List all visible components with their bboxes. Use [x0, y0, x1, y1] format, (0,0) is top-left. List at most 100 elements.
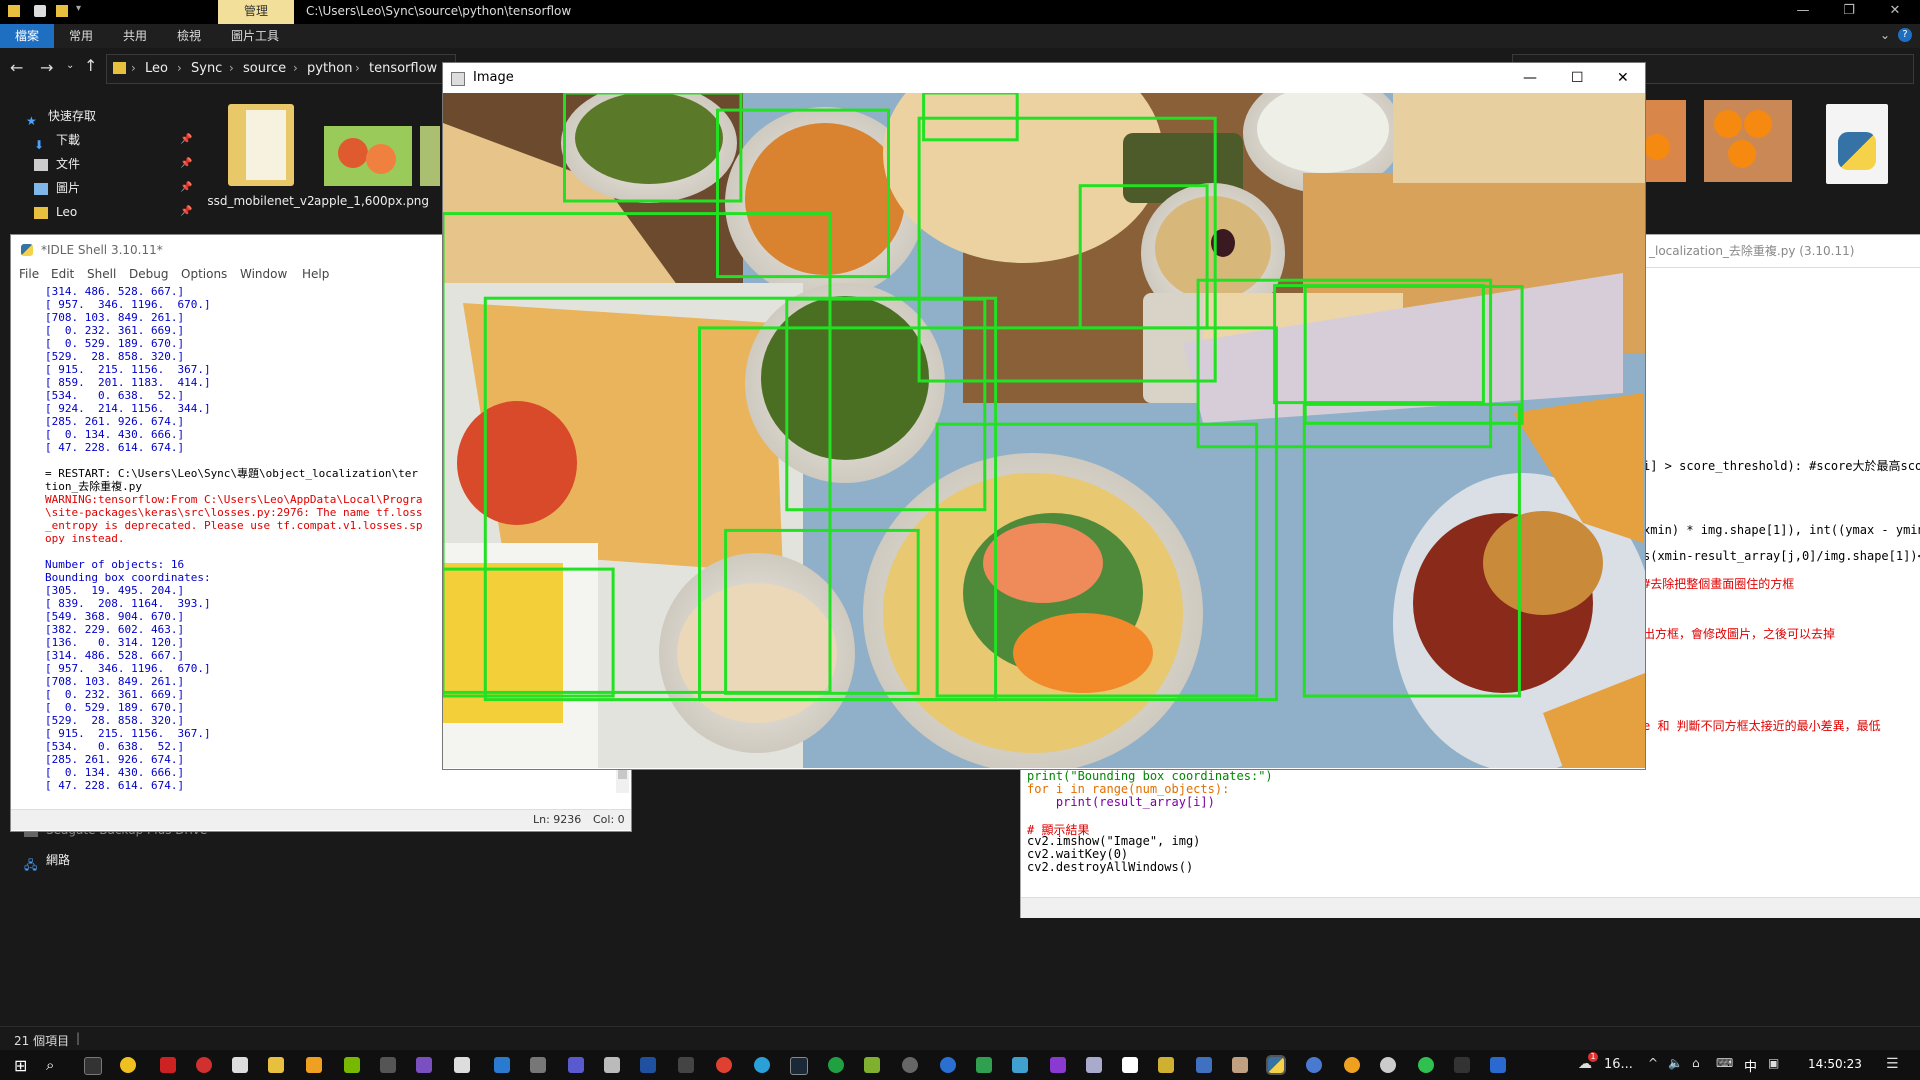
back-arrow-icon[interactable]: ← [10, 58, 23, 77]
app-icon[interactable] [120, 1057, 136, 1073]
keyboard-icon[interactable]: ⌨ [1716, 1056, 1733, 1070]
app-icon[interactable] [1086, 1057, 1102, 1073]
python-idle-icon[interactable] [1266, 1055, 1286, 1075]
quick-access-dropdown-icon[interactable]: ▾ [76, 3, 81, 14]
breadcrumb-tensorflow[interactable]: tensorflow [369, 61, 437, 76]
app-icon[interactable] [1344, 1057, 1360, 1073]
menu-file[interactable]: File [19, 267, 39, 281]
menu-debug[interactable]: Debug [129, 267, 168, 281]
minimize-icon[interactable]: — [1780, 0, 1826, 24]
app-icon[interactable] [902, 1057, 918, 1073]
breadcrumb-sync[interactable]: Sync [191, 61, 222, 76]
new-folder-icon[interactable] [56, 5, 68, 17]
app-icon[interactable] [1196, 1057, 1212, 1073]
breadcrumb-leo[interactable]: Leo [145, 61, 168, 76]
teams-icon[interactable] [568, 1057, 584, 1073]
tab-file[interactable]: 檔案 [0, 24, 54, 48]
image-window[interactable]: Image — ☐ ✕ [442, 62, 1646, 770]
app-icon[interactable] [160, 1057, 176, 1073]
tab-view[interactable]: 檢視 [166, 24, 212, 48]
notification-center-icon[interactable]: ☰ [1886, 1056, 1899, 1072]
code-comment: 出方框，會修改圖片，之後可以去掉 [1643, 627, 1836, 641]
close-icon[interactable]: ✕ [1617, 63, 1629, 93]
app-icon[interactable]: ▣ [1768, 1056, 1779, 1070]
app-icon[interactable] [940, 1057, 956, 1073]
restore-icon[interactable]: ❐ [1826, 0, 1872, 24]
chevron-up-icon[interactable]: ^ [1648, 1056, 1658, 1070]
menu-options[interactable]: Options [181, 267, 227, 281]
image-thumbnail-icon[interactable] [1640, 100, 1686, 182]
app-icon[interactable] [1306, 1057, 1322, 1073]
app-icon[interactable] [196, 1057, 212, 1073]
tab-home[interactable]: 常用 [58, 24, 104, 48]
app-icon[interactable] [454, 1057, 470, 1073]
breadcrumb-source[interactable]: source [243, 61, 286, 76]
app-icon[interactable] [1050, 1057, 1066, 1073]
menu-shell[interactable]: Shell [87, 267, 116, 281]
nav-network[interactable]: 🖧 網路 [24, 850, 70, 872]
maximize-icon[interactable]: ☐ [1571, 63, 1584, 93]
ribbon-expand-icon[interactable]: ⌄ [1880, 28, 1890, 42]
context-tab-manage[interactable]: 管理 [218, 0, 294, 24]
steam-icon[interactable] [790, 1057, 808, 1075]
edge-icon[interactable] [754, 1057, 770, 1073]
tab-picture-tools[interactable]: 圖片工具 [220, 24, 290, 48]
ime-indicator[interactable]: 中 [1744, 1056, 1757, 1075]
app-icon[interactable] [864, 1057, 880, 1073]
app-icon[interactable] [828, 1057, 844, 1073]
app-icon[interactable] [1232, 1057, 1248, 1073]
nav-documents[interactable]: 文件 [34, 154, 80, 174]
nav-quick-access[interactable]: ★ 快速存取 [26, 106, 96, 128]
task-view-icon[interactable] [84, 1057, 102, 1075]
close-icon[interactable]: ✕ [1872, 0, 1918, 24]
file-explorer-icon[interactable] [268, 1057, 284, 1073]
folder-icon[interactable] [228, 104, 294, 186]
nav-downloads[interactable]: ⬇ 下載 [34, 130, 80, 152]
file-apple-png[interactable]: apple_1,600px.png [314, 194, 429, 209]
app-icon[interactable] [306, 1057, 322, 1073]
app-icon[interactable] [530, 1057, 546, 1073]
app-icon[interactable] [604, 1057, 620, 1073]
menu-edit[interactable]: Edit [51, 267, 74, 281]
menu-window[interactable]: Window [240, 267, 287, 281]
notepad-icon[interactable] [1122, 1057, 1138, 1073]
chrome-icon[interactable] [716, 1057, 732, 1073]
file-ssd-mobilenet[interactable]: ssd_mobilenet_v2 [206, 194, 316, 209]
network-icon[interactable]: ⌂ [1692, 1056, 1700, 1070]
up-arrow-icon[interactable]: ↑ [84, 56, 97, 75]
properties-icon[interactable] [34, 5, 46, 17]
volume-icon[interactable]: 🔈 [1668, 1056, 1683, 1070]
tab-share[interactable]: 共用 [112, 24, 158, 48]
app-icon[interactable] [1012, 1057, 1028, 1073]
image-thumbnail-icon[interactable] [324, 126, 412, 186]
forward-arrow-icon[interactable]: → [40, 58, 53, 77]
search-icon[interactable]: ⌕ [46, 1056, 54, 1074]
app-icon[interactable] [678, 1057, 694, 1073]
weather-temperature[interactable]: 16... [1604, 1057, 1633, 1072]
app-icon[interactable] [232, 1057, 248, 1073]
help-icon[interactable]: ? [1898, 28, 1912, 42]
app-icon[interactable] [640, 1057, 656, 1073]
recent-locations-icon[interactable]: ⌄ [66, 60, 74, 71]
windows-start-icon[interactable]: ⊞ [14, 1056, 27, 1075]
app-icon[interactable] [1490, 1057, 1506, 1073]
image-thumbnail-icon[interactable] [1704, 100, 1792, 182]
clock[interactable]: 14:50:23 [1808, 1057, 1862, 1071]
address-bar[interactable]: › Leo › Sync › source › python › tensorf… [106, 54, 456, 84]
app-icon[interactable] [380, 1057, 396, 1073]
app-icon[interactable] [494, 1057, 510, 1073]
nav-pictures[interactable]: 圖片 [34, 178, 80, 198]
nav-leo[interactable]: Leo [34, 202, 77, 222]
app-icon[interactable] [416, 1057, 432, 1073]
nvidia-icon[interactable] [344, 1057, 360, 1073]
app-icon[interactable] [1454, 1057, 1470, 1073]
app-icon[interactable] [1158, 1057, 1174, 1073]
breadcrumb-python[interactable]: python [307, 61, 352, 76]
sync-icon[interactable] [1418, 1057, 1434, 1073]
python-file-icon[interactable] [1826, 104, 1888, 184]
app-icon[interactable] [1380, 1057, 1396, 1073]
minimize-icon[interactable]: — [1523, 63, 1537, 93]
app-icon[interactable] [976, 1057, 992, 1073]
image-thumbnail-icon[interactable] [420, 126, 440, 186]
menu-help[interactable]: Help [302, 267, 329, 281]
